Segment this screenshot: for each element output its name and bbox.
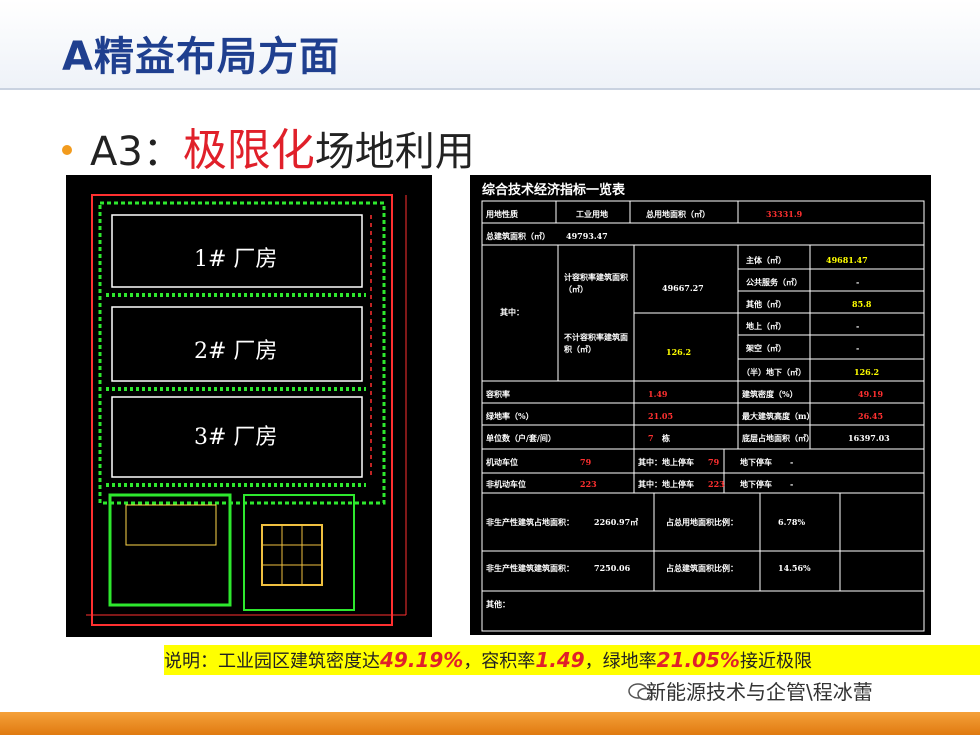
bike-above-label: 其中：地上停车 — [638, 479, 694, 489]
note-text-2: ，容积率 — [463, 651, 536, 672]
far-area-label: 计容积率建筑面积（㎡） — [564, 272, 628, 294]
site-plan-drawing: 1# 厂房 2# 厂房 3# 厂房 — [66, 175, 432, 637]
support-build-ratio-label: 占总建筑面积比例： — [666, 563, 738, 573]
other-value: 85.8 — [852, 299, 872, 309]
density-value: 49.19 — [858, 389, 884, 399]
bike-under-value: - — [790, 479, 794, 489]
above-label: 地上（㎡） — [746, 321, 786, 331]
summary-note: 说明：工业园区建筑密度达49.19%，容积率1.49，绿地率21.05%接近极限 — [164, 645, 980, 675]
far-value: 1.49 — [648, 389, 668, 399]
height-label: 最大建筑高度（m） — [742, 411, 815, 421]
note-green-value: 21.05% — [656, 648, 740, 672]
car-label: 机动车位 — [486, 457, 518, 467]
footer-bar — [0, 712, 980, 735]
car-value: 79 — [580, 457, 592, 467]
car-under-label: 地下停车 — [740, 457, 772, 467]
note-far-value: 1.49 — [535, 648, 585, 672]
support-land-ratio-value: 6.78% — [778, 517, 806, 527]
building-label-2: 2# 厂房 — [194, 339, 278, 364]
other-label: 其他（㎡） — [746, 299, 786, 309]
watermark: 新能源技术与企管\程冰蕾 — [646, 680, 873, 704]
total-land-value: 33331.9 — [766, 209, 803, 219]
units-label: 单位数（户/套/间） — [486, 433, 556, 443]
note-density-value: 49.19% — [380, 648, 464, 672]
bike-label: 非机动车位 — [486, 479, 526, 489]
bike-value: 223 — [580, 479, 597, 489]
public-label: 公共服务（㎡） — [746, 277, 802, 287]
building-label-1: 1# 厂房 — [194, 247, 278, 272]
total-land-label: 总用地面积（㎡） — [646, 209, 710, 219]
density-label: 建筑密度（%） — [742, 389, 798, 399]
building-label-3: 3# 厂房 — [194, 425, 278, 450]
far-label: 容积率 — [486, 389, 510, 399]
far-area-value: 49667.27 — [662, 283, 704, 293]
nonfar-value: 126.2 — [666, 347, 692, 357]
car-above-label: 其中：地上停车 — [638, 457, 694, 467]
indicator-table: 综合技术经济指标一览表 用地性质 工业用地 总用地面积（㎡） 33331.9 总… — [470, 175, 931, 635]
height-value: 26.45 — [858, 411, 884, 421]
subtitle-prefix: A3： — [90, 129, 183, 175]
slide-title: A精益布局方面 — [62, 34, 340, 80]
support-land-ratio-label: 占总用地面积比例： — [666, 517, 738, 527]
above-value: - — [856, 321, 860, 331]
land-nature-value: 工业用地 — [576, 209, 608, 219]
total-build-value: 49793.47 — [566, 231, 608, 241]
other-note-label: 其他： — [486, 599, 510, 609]
total-build-label: 总建筑面积（㎡） — [486, 231, 550, 241]
slide-subtitle: A3：极限化场地利用 — [62, 114, 475, 178]
bullet-icon — [62, 145, 72, 155]
green-label: 绿地率（%） — [486, 411, 534, 421]
subtitle-emphasis: 极限化 — [182, 125, 315, 176]
note-text-3: ，绿地率 — [584, 651, 657, 672]
main-value: 49681.47 — [826, 255, 868, 265]
bike-above-value: 223 — [708, 479, 725, 489]
under-value: 126.2 — [854, 367, 880, 377]
support-land-label: 非生产性建筑占地面积： — [486, 517, 574, 527]
overhead-label: 架空（㎡） — [746, 343, 786, 353]
support-land-value: 2260.97㎡ — [594, 517, 639, 527]
main-label: 主体（㎡） — [746, 255, 786, 265]
subtitle-suffix: 场地利用 — [314, 129, 475, 175]
support-build-ratio-value: 14.56% — [778, 563, 811, 573]
note-text-1: 说明：工业园区建筑密度达 — [164, 651, 380, 672]
note-text-4: 接近极限 — [739, 651, 812, 672]
units-unit: 栋 — [662, 433, 670, 443]
car-under-value: - — [790, 457, 794, 467]
units-value: 7 — [648, 433, 654, 443]
public-value: - — [856, 277, 860, 287]
support-build-value: 7250.06 — [594, 563, 631, 573]
nonfar-label: 不计容积率建筑面积（㎡） — [564, 332, 628, 354]
support-build-label: 非生产性建筑建筑面积： — [486, 563, 574, 573]
footprint-label: 底层占地面积（㎡） — [742, 433, 814, 443]
among-label: 其中： — [500, 307, 524, 317]
under-label: （半）地下（㎡） — [742, 367, 806, 377]
green-value: 21.05 — [648, 411, 674, 421]
overhead-value: - — [856, 343, 860, 353]
car-above-value: 79 — [708, 457, 720, 467]
footprint-value: 16397.03 — [848, 433, 890, 443]
bike-under-label: 地下停车 — [740, 479, 772, 489]
land-nature-label: 用地性质 — [486, 209, 518, 219]
